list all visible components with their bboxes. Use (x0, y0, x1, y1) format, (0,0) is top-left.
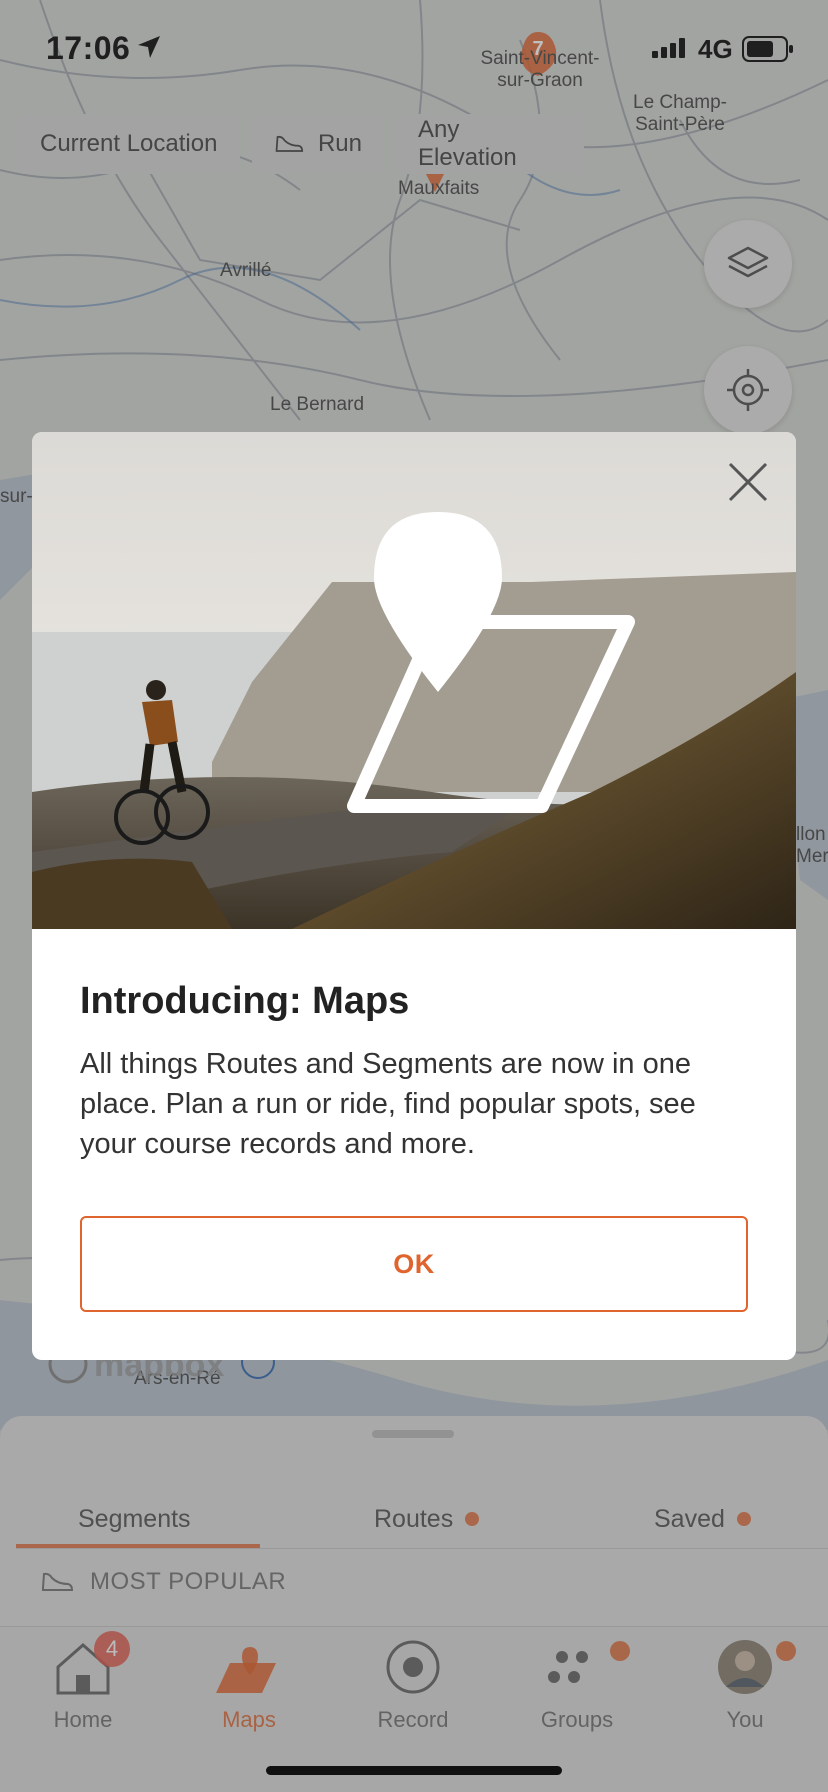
cyclist-coastline-illustration (32, 432, 796, 929)
close-icon (728, 462, 768, 502)
intro-maps-dialog: Introducing: Maps All things Routes and … (32, 432, 796, 1360)
home-indicator (266, 1766, 562, 1775)
close-button[interactable] (726, 460, 770, 504)
dialog-title: Introducing: Maps (80, 980, 410, 1022)
ok-button-label: OK (393, 1248, 435, 1279)
ok-button[interactable]: OK (80, 1216, 748, 1312)
dialog-body: All things Routes and Segments are now i… (80, 1048, 696, 1160)
hero-image (32, 432, 796, 929)
